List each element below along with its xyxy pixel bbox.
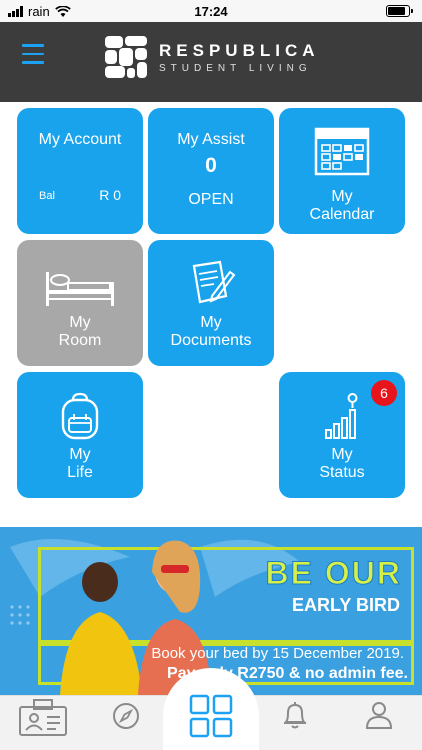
tile-my-life[interactable]: My Life bbox=[17, 372, 143, 498]
banner-headline: BE OUR bbox=[265, 555, 402, 592]
balance-value: R 0 bbox=[99, 187, 121, 203]
calendar-icon bbox=[314, 127, 370, 176]
bed-icon bbox=[46, 272, 114, 306]
brand-tagline: STUDENT LIVING bbox=[159, 62, 312, 74]
tile-my-documents[interactable]: My Documents bbox=[148, 240, 274, 366]
tile-label-line2: Room bbox=[58, 332, 102, 349]
tile-label-line1: My bbox=[69, 446, 91, 463]
clock: 17:24 bbox=[194, 4, 228, 19]
status-notification-badge: 6 bbox=[371, 380, 397, 406]
brand-logo: RESPUBLICA STUDENT LIVING bbox=[103, 34, 320, 80]
user-icon[interactable] bbox=[364, 700, 394, 730]
menu-bar bbox=[22, 44, 44, 47]
app-header: RESPUBLICA STUDENT LIVING bbox=[0, 22, 422, 102]
tile-my-assist[interactable]: My Assist 0 OPEN bbox=[148, 108, 274, 234]
respublica-logo-mark bbox=[105, 36, 147, 78]
banner-booking-text: Book your bed by 15 December 2019. bbox=[151, 645, 404, 662]
tile-label-line1: My bbox=[200, 314, 222, 331]
tile-label-line1: My bbox=[331, 446, 353, 463]
hamburger-menu-button[interactable] bbox=[22, 44, 44, 66]
tile-label-line1: My bbox=[69, 314, 91, 331]
battery-icon bbox=[386, 5, 413, 17]
tile-my-room[interactable]: My Room bbox=[17, 240, 143, 366]
tile-label-line2: Life bbox=[67, 464, 93, 481]
grid-icon[interactable] bbox=[189, 694, 233, 738]
balance-label: Bal bbox=[39, 190, 55, 202]
brand-name: RESPUBLICA bbox=[159, 40, 320, 60]
tile-my-account[interactable]: My Account Bal R 0 bbox=[17, 108, 143, 234]
bell-icon[interactable] bbox=[282, 700, 308, 730]
tile-my-calendar[interactable]: My Calendar bbox=[279, 108, 405, 234]
document-pen-icon bbox=[192, 260, 236, 304]
banner-subheadline: EARLY BIRD bbox=[291, 595, 400, 615]
compass-icon[interactable] bbox=[112, 702, 140, 730]
tile-title: My Assist bbox=[177, 131, 245, 148]
assist-count: 0 bbox=[205, 154, 217, 177]
tile-my-status[interactable]: 6 My Status bbox=[279, 372, 405, 498]
tile-label-line2: Documents bbox=[170, 332, 252, 349]
tile-label-line2: Status bbox=[319, 464, 365, 481]
assist-status: OPEN bbox=[188, 191, 234, 208]
battery-fill bbox=[388, 7, 405, 15]
id-card-icon[interactable] bbox=[18, 697, 68, 737]
status-bar: rain 17:24 bbox=[0, 0, 422, 22]
menu-bar bbox=[22, 61, 44, 64]
tile-label-line1: My bbox=[331, 188, 353, 205]
tile-label-line2: Calendar bbox=[309, 206, 375, 223]
tile-title: My Account bbox=[38, 131, 122, 148]
brand-wordmark: RESPUBLICA STUDENT LIVING bbox=[159, 41, 320, 74]
menu-bar bbox=[22, 52, 44, 55]
backpack-icon bbox=[61, 392, 99, 440]
status-chart-icon bbox=[325, 393, 358, 439]
